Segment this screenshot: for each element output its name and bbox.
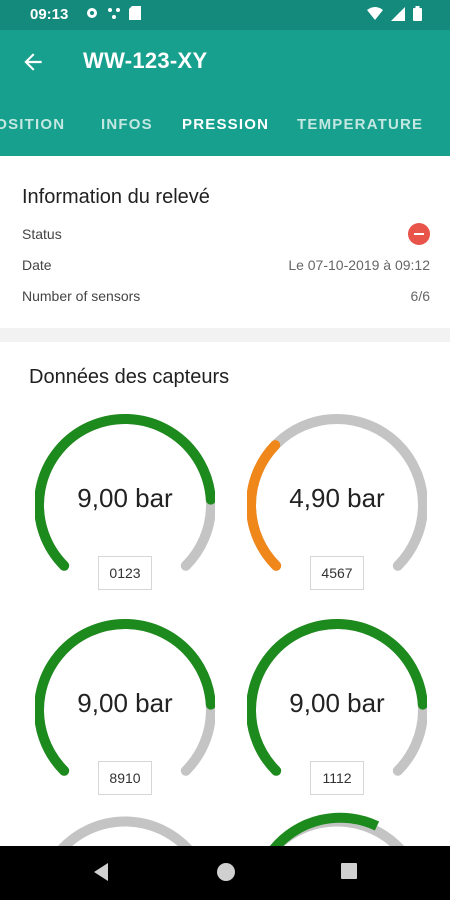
pressure-gauge[interactable]: 9,00 bar 0123 (35, 413, 235, 603)
gauge-value: 4,90 bar (289, 483, 385, 513)
tab-bar: POSITION INFOS PRESSION TEMPERATURE (0, 114, 450, 138)
date-label: Date (22, 257, 52, 273)
nav-back-icon[interactable] (92, 862, 110, 882)
gauge-value: 9,00 bar (77, 688, 173, 718)
gauge-value: 9,00 bar (289, 688, 385, 718)
sensors-count-value: 6/6 (410, 288, 430, 304)
nav-recents-icon[interactable] (340, 862, 358, 880)
date-value: Le 07-10-2019 à 09:12 (288, 257, 430, 273)
sensor-id-label: 1112 (310, 761, 364, 795)
gauge-partial-right (269, 812, 405, 846)
gauge-value: 9,00 bar (77, 483, 173, 513)
sensor-id-label: 4567 (310, 556, 364, 590)
tab-pression[interactable]: PRESSION (182, 116, 269, 133)
cell-signal-icon (391, 6, 405, 21)
reading-info-card: Information du relevé Status Date Le 07-… (0, 156, 450, 328)
app-bar: WW-123-XY POSITION INFOS PRESSION TEMPER… (0, 30, 450, 156)
info-heading: Information du relevé (22, 186, 210, 208)
network-icon (108, 8, 120, 19)
tab-temperature[interactable]: TEMPERATURE (297, 116, 423, 133)
status-bar: 09:13 (0, 0, 450, 30)
tab-position[interactable]: POSITION (0, 116, 65, 133)
tab-infos[interactable]: INFOS (101, 116, 153, 133)
gauge-partial-left (57, 816, 193, 846)
sensor-id-label: 0123 (98, 556, 152, 590)
status-time: 09:13 (30, 6, 69, 23)
wifi-icon (367, 6, 383, 20)
sensors-count-label: Number of sensors (22, 288, 141, 304)
settings-icon (87, 8, 97, 18)
pressure-gauge[interactable]: 4,90 bar 4567 (247, 413, 447, 603)
pressure-gauge[interactable]: 9,00 bar 8910 (35, 618, 235, 808)
sd-card-icon (129, 6, 141, 20)
pressure-gauge[interactable]: 9,00 bar 1112 (247, 618, 447, 808)
system-nav-bar (0, 846, 450, 900)
sensor-id-label: 8910 (98, 761, 152, 795)
battery-icon (413, 6, 422, 21)
sensors-heading: Données des capteurs (29, 366, 230, 388)
page-title: WW-123-XY (83, 48, 208, 73)
section-divider (0, 328, 450, 342)
back-arrow-icon[interactable] (20, 49, 46, 75)
nav-home-icon[interactable] (216, 862, 236, 882)
sensors-section: Données des capteurs 9,00 bar 0123 4,90 … (0, 342, 450, 846)
status-label: Status (22, 226, 62, 242)
error-icon (408, 223, 430, 245)
